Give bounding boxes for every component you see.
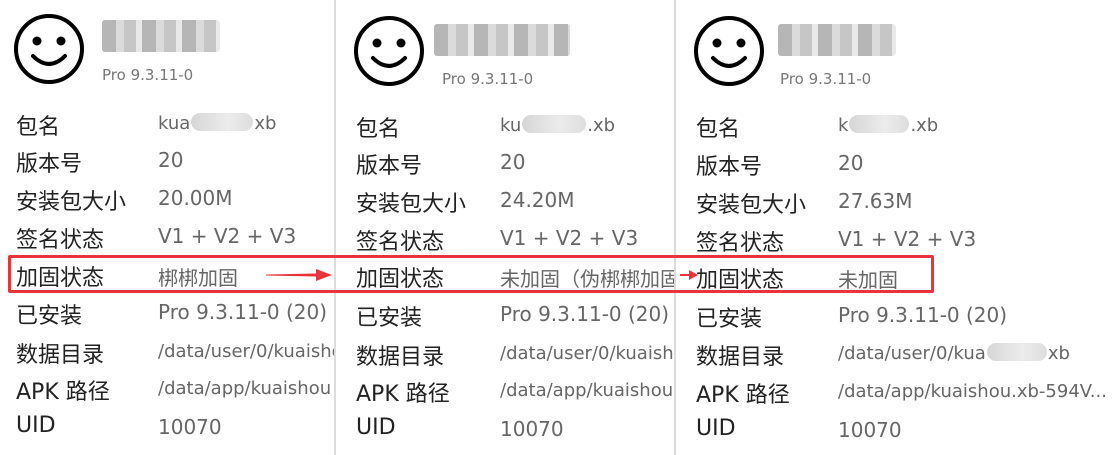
label-apk-path: APK 路径 (16, 380, 110, 405)
value-version-code: 20 (838, 151, 864, 175)
info-row-installed: 已安装 Pro 9.3.11-0 (20) (0, 294, 336, 332)
info-row-version-code: 版本号 20 (0, 142, 336, 180)
arrow-right-icon (680, 270, 698, 280)
label-size: 安装包大小 (356, 192, 467, 217)
package-redaction (191, 113, 254, 131)
label-data-dir: 数据目录 (696, 345, 785, 370)
app-info-panel-fake-protection: Pro 9.3.11-0 包名 ku .xb 版本号 20 安装包大小 24.20… (336, 0, 676, 455)
smiley-face-icon (14, 14, 84, 84)
app-version: Pro 9.3.11-0 (102, 66, 194, 84)
label-uid: UID (696, 416, 736, 441)
value-apk-path: /data/app/kuaishou.xb-594V... (838, 381, 1107, 402)
label-uid: UID (356, 415, 396, 440)
info-row-uid: UID 10070 (0, 409, 336, 447)
info-row-size: 安装包大小 20.00M (0, 180, 336, 218)
value-uid: 10070 (838, 418, 902, 442)
data-dir-suffix: xb (1047, 343, 1070, 364)
value-signature: V1 + V2 + V3 (838, 227, 977, 251)
package-suffix: .xb (587, 115, 616, 136)
label-installed: 已安装 (16, 304, 83, 329)
app-version: Pro 9.3.11-0 (442, 70, 534, 88)
info-row-size: 安装包大小 27.63M (676, 183, 1118, 221)
label-version-code: 版本号 (356, 154, 423, 179)
arrow-right-icon (266, 269, 332, 281)
app-info-panel-original: Pro 9.3.11-0 包名 kua xb 版本号 20 安装包大小 20.00… (0, 0, 336, 455)
label-package: 包名 (16, 115, 61, 140)
info-row-data-dir: 数据目录 /data/user/0/kuaishou (0, 333, 336, 371)
value-size: 20.00M (158, 186, 233, 210)
info-row-version-code: 版本号 20 (336, 144, 676, 182)
info-row-apk-path: APK 路径 /data/app/kuaishou (0, 370, 336, 408)
value-package: ku .xb (500, 115, 615, 136)
value-data-dir: /data/user/0/kuaishou (500, 343, 676, 364)
label-apk-path: APK 路径 (356, 382, 450, 407)
app-name-redacted (434, 24, 570, 56)
value-package: kua xb (158, 113, 276, 134)
label-package: 包名 (696, 117, 741, 142)
label-signature: 签名状态 (696, 231, 785, 256)
data-dir-prefix: /data/user/0/kua (838, 343, 986, 364)
value-signature: V1 + V2 + V3 (500, 226, 639, 250)
label-version-code: 版本号 (696, 155, 763, 180)
label-size: 安装包大小 (696, 193, 807, 218)
value-data-dir: /data/user/0/kuaishou (158, 341, 336, 362)
info-row-size: 安装包大小 24.20M (336, 182, 676, 220)
info-row-data-dir: 数据目录 /data/user/0/kua xb (676, 335, 1118, 373)
info-row-apk-path: APK 路径 /data/app/kuaishou.xb-594V... (676, 373, 1118, 411)
label-data-dir: 数据目录 (16, 343, 105, 368)
data-dir-redaction (986, 343, 1047, 361)
package-redaction (522, 115, 587, 133)
package-suffix: xb (254, 113, 277, 134)
label-signature: 签名状态 (16, 228, 105, 253)
protection-row-highlight (8, 255, 934, 293)
label-data-dir: 数据目录 (356, 345, 445, 370)
info-row-package: 包名 kua xb (0, 105, 336, 143)
info-row-package: 包名 k .xb (676, 107, 1118, 145)
value-uid: 10070 (500, 417, 564, 441)
value-installed: Pro 9.3.11-0 (20) (500, 302, 670, 326)
info-row-apk-path: APK 路径 /data/app/kuaishou (336, 372, 676, 410)
info-row-signature: 签名状态 V1 + V2 + V3 (676, 221, 1118, 259)
info-row-uid: UID 10070 (676, 412, 1118, 450)
label-size: 安装包大小 (16, 190, 127, 215)
package-prefix: ku (500, 115, 522, 136)
package-prefix: kua (158, 113, 191, 134)
app-info-panel-unprotected: Pro 9.3.11-0 包名 k .xb 版本号 20 安装包大小 27.63M… (676, 0, 1118, 455)
package-redaction (849, 115, 910, 133)
label-apk-path: APK 路径 (696, 383, 790, 408)
app-version: Pro 9.3.11-0 (780, 70, 872, 88)
label-signature: 签名状态 (356, 230, 445, 255)
info-row-installed: 已安装 Pro 9.3.11-0 (20) (336, 296, 676, 334)
info-row-signature: 签名状态 V1 + V2 + V3 (336, 220, 676, 258)
app-name-redacted (778, 24, 896, 56)
value-data-dir: /data/user/0/kua xb (838, 343, 1070, 364)
info-row-signature: 签名状态 V1 + V2 + V3 (0, 218, 336, 256)
value-apk-path: /data/app/kuaishou (500, 380, 674, 401)
value-version-code: 20 (158, 148, 184, 172)
smiley-face-icon (354, 16, 424, 86)
info-row-installed: 已安装 Pro 9.3.11-0 (20) (676, 297, 1118, 335)
value-installed: Pro 9.3.11-0 (20) (838, 303, 1008, 327)
value-installed: Pro 9.3.11-0 (20) (158, 300, 328, 324)
value-apk-path: /data/app/kuaishou (158, 378, 332, 399)
info-row-version-code: 版本号 20 (676, 145, 1118, 183)
label-uid: UID (16, 413, 56, 438)
info-row-data-dir: 数据目录 /data/user/0/kuaishou (336, 335, 676, 373)
value-size: 27.63M (838, 189, 913, 213)
value-package: k .xb (838, 115, 938, 136)
info-row-uid: UID 10070 (336, 411, 676, 449)
app-name-redacted (102, 20, 220, 52)
info-row-package: 包名 ku .xb (336, 107, 676, 145)
label-package: 包名 (356, 117, 401, 142)
package-suffix: .xb (910, 115, 939, 136)
package-prefix: k (838, 115, 849, 136)
value-size: 24.20M (500, 188, 575, 212)
label-installed: 已安装 (356, 306, 423, 331)
value-signature: V1 + V2 + V3 (158, 224, 297, 248)
label-installed: 已安装 (696, 307, 763, 332)
value-uid: 10070 (158, 415, 222, 439)
value-version-code: 20 (500, 150, 526, 174)
smiley-face-icon (694, 16, 764, 86)
label-version-code: 版本号 (16, 152, 83, 177)
